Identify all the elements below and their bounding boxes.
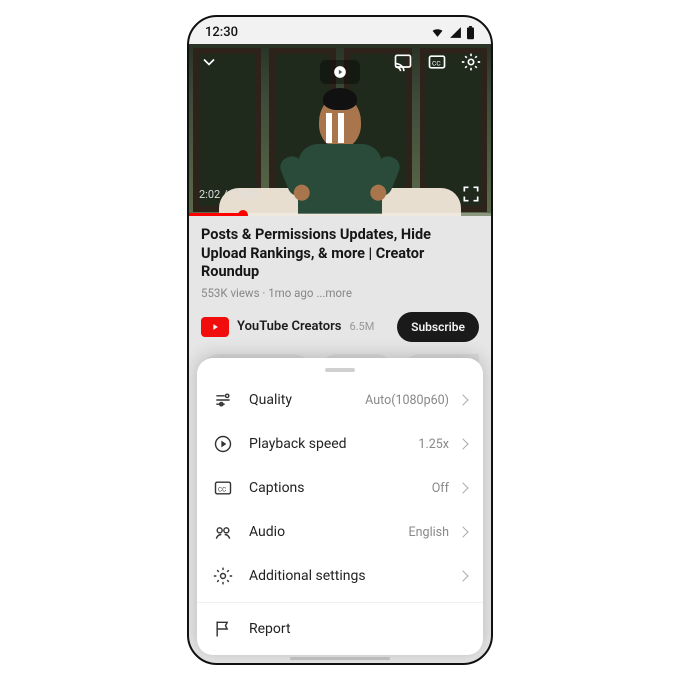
- current-time: 2:02: [199, 188, 220, 201]
- sheet-row-label: Quality: [249, 392, 292, 408]
- captions-icon: CC: [213, 478, 233, 498]
- autoplay-toggle[interactable]: [320, 60, 360, 84]
- sheet-row-value: 1.25x: [418, 437, 449, 452]
- quality-icon: [213, 390, 233, 410]
- sheet-row-audio[interactable]: Audio English: [197, 510, 483, 554]
- pause-button[interactable]: [323, 113, 357, 147]
- playback-speed-icon: [213, 434, 233, 454]
- collapse-icon[interactable]: [199, 52, 219, 72]
- sheet-row-label: Playback speed: [249, 436, 347, 452]
- sheet-grabber[interactable]: [325, 368, 355, 372]
- cast-icon[interactable]: [393, 52, 413, 72]
- phone-frame: 12:30: [187, 15, 493, 665]
- duration: 23:09: [230, 188, 257, 201]
- sheet-row-captions[interactable]: CC Captions Off: [197, 466, 483, 510]
- clock: 12:30: [205, 25, 238, 40]
- seek-bar[interactable]: [189, 213, 491, 216]
- audio-icon: [213, 522, 233, 542]
- gear-icon[interactable]: [461, 52, 481, 72]
- sheet-row-quality[interactable]: Quality Auto(1080p60): [197, 378, 483, 422]
- sheet-row-label: Report: [249, 621, 291, 637]
- player-top-controls: CC: [189, 52, 491, 72]
- settings-bottom-sheet: Quality Auto(1080p60) Playback speed 1.2…: [197, 358, 483, 655]
- flag-icon: [213, 619, 233, 639]
- captions-icon[interactable]: CC: [427, 52, 447, 72]
- sheet-row-value: Auto(1080p60): [365, 393, 449, 408]
- chevron-right-icon: [457, 526, 468, 537]
- sheet-divider: [197, 602, 483, 603]
- svg-text:CC: CC: [218, 485, 226, 493]
- svg-text:CC: CC: [432, 59, 441, 67]
- signal-icon: [449, 26, 462, 39]
- chevron-right-icon: [457, 482, 468, 493]
- sheet-row-label: Captions: [249, 480, 305, 496]
- chevron-right-icon: [457, 570, 468, 581]
- sheet-row-label: Audio: [249, 524, 285, 540]
- home-indicator[interactable]: [290, 657, 390, 660]
- sheet-row-value: Off: [432, 481, 449, 496]
- sheet-row-label: Additional settings: [249, 568, 366, 584]
- time-display: 2:02 / 23:09: [199, 184, 481, 204]
- status-icons: [430, 26, 475, 40]
- chevron-right-icon: [457, 438, 468, 449]
- sheet-row-additional-settings[interactable]: Additional settings: [197, 554, 483, 598]
- sheet-row-value: English: [409, 525, 449, 540]
- gear-icon: [213, 566, 233, 586]
- chevron-right-icon: [457, 394, 468, 405]
- time-sep: /: [220, 188, 230, 201]
- wifi-icon: [430, 26, 445, 39]
- battery-icon: [466, 26, 475, 40]
- sheet-row-playback-speed[interactable]: Playback speed 1.25x: [197, 422, 483, 466]
- video-player[interactable]: CC 2:02 / 23:09: [189, 44, 491, 216]
- fullscreen-icon[interactable]: [461, 184, 481, 204]
- sheet-row-report[interactable]: Report: [197, 607, 483, 651]
- status-bar: 12:30: [189, 17, 491, 44]
